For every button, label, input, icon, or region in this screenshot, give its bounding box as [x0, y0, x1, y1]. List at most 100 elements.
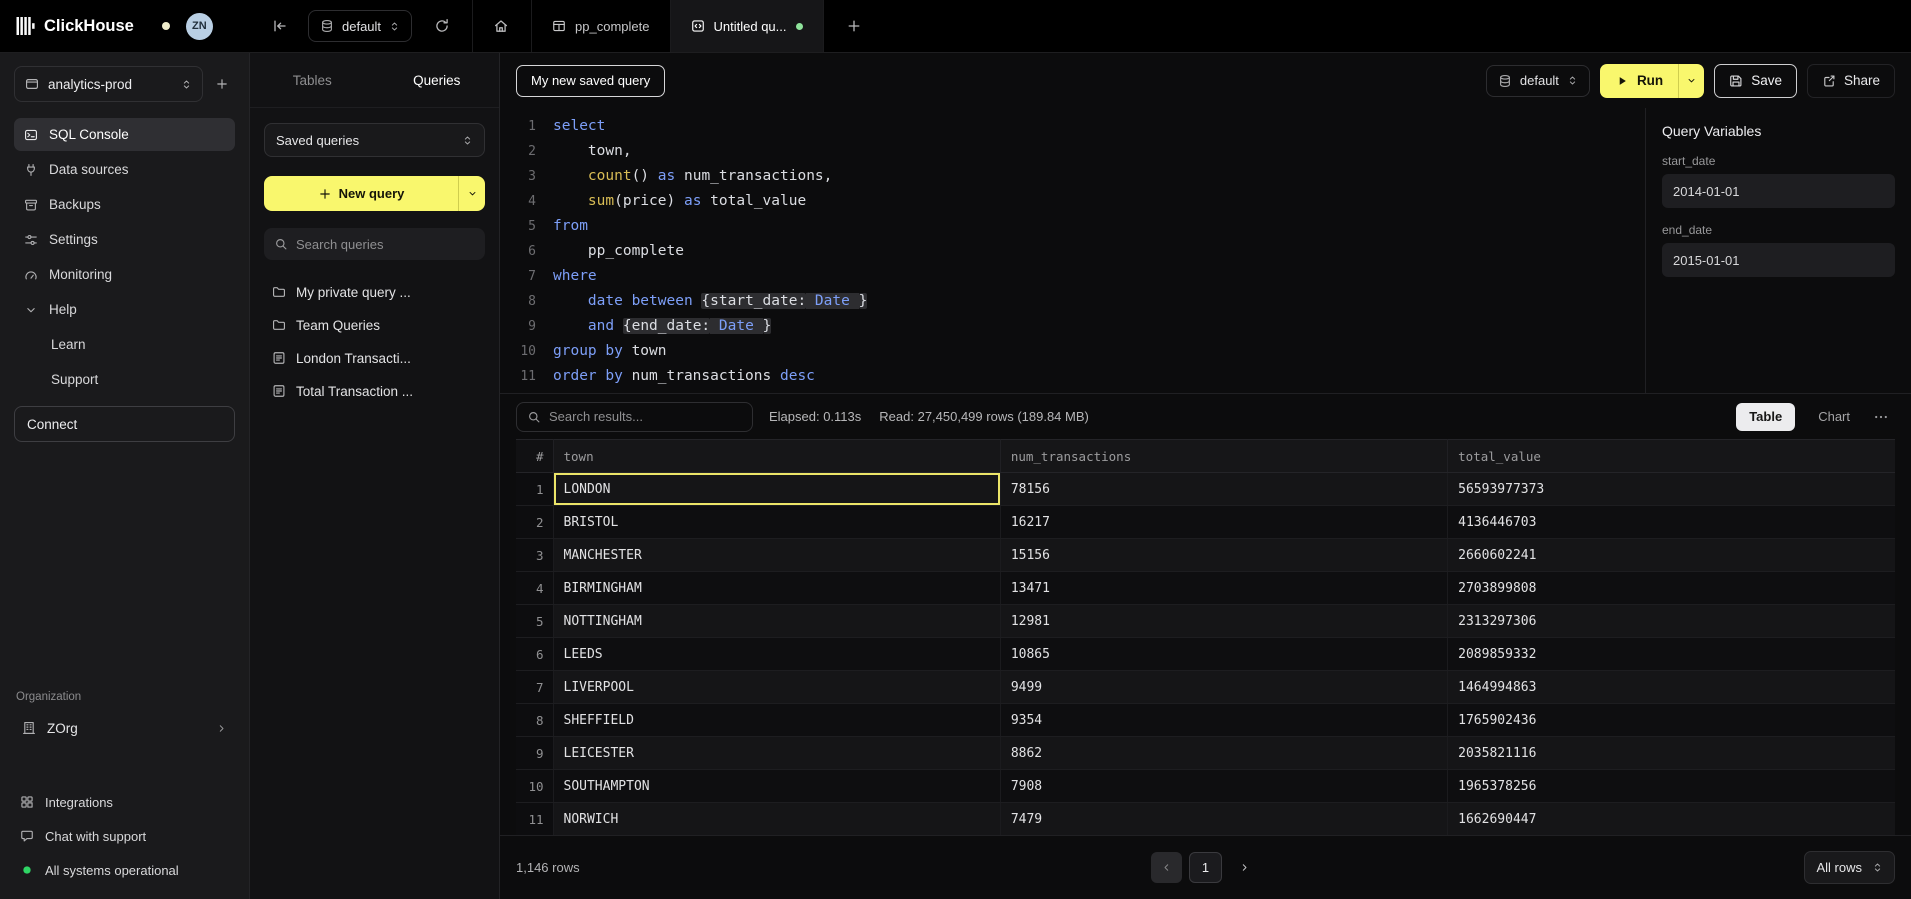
- new-query-button[interactable]: New query: [264, 176, 458, 211]
- cell-total_value[interactable]: 4136446703: [1448, 506, 1895, 539]
- view-tab-chart[interactable]: Chart: [1805, 403, 1863, 431]
- tab-untitled-query[interactable]: Untitled qu...: [670, 0, 824, 52]
- run-dropdown-button[interactable]: [1678, 64, 1704, 98]
- search-queries-input[interactable]: [296, 237, 475, 252]
- cell-total_value[interactable]: 2035821116: [1448, 737, 1895, 770]
- add-service-button[interactable]: [209, 69, 235, 99]
- cell-total_value[interactable]: 2660602241: [1448, 539, 1895, 572]
- connect-button[interactable]: Connect: [14, 406, 235, 442]
- refresh-icon[interactable]: [434, 18, 450, 34]
- home-icon[interactable]: [493, 18, 509, 34]
- cell-town[interactable]: NORWICH: [553, 803, 1000, 836]
- line-number: 9: [506, 314, 536, 339]
- prev-page-button[interactable]: [1151, 852, 1182, 883]
- tab-pp-complete[interactable]: pp_complete: [531, 0, 669, 52]
- row-number: 3: [516, 539, 553, 572]
- more-options-button[interactable]: [1873, 409, 1895, 425]
- page-size-select[interactable]: All rows: [1804, 851, 1895, 884]
- cell-town[interactable]: LEICESTER: [553, 737, 1000, 770]
- run-button[interactable]: Run: [1600, 64, 1678, 98]
- tab-queries[interactable]: Queries: [375, 53, 500, 107]
- sidebar-item-support[interactable]: Support: [14, 363, 235, 396]
- workspace-selector[interactable]: analytics-prod: [14, 66, 203, 102]
- cell-num_transactions[interactable]: 78156: [1000, 473, 1447, 506]
- sidebar-item-chat-with-support[interactable]: Chat with support: [14, 821, 235, 851]
- end-date-input[interactable]: [1662, 243, 1895, 277]
- cell-num_transactions[interactable]: 9354: [1000, 704, 1447, 737]
- search-queries-box: [264, 228, 485, 260]
- cell-total_value[interactable]: 2089859332: [1448, 638, 1895, 671]
- cell-total_value[interactable]: 2703899808: [1448, 572, 1895, 605]
- user-avatar[interactable]: ZN: [186, 13, 213, 40]
- sidebar-item-monitoring[interactable]: Monitoring: [14, 258, 235, 291]
- topbar-database-selector[interactable]: default: [308, 10, 412, 42]
- collapse-left-icon[interactable]: [272, 18, 288, 34]
- saved-query-item-my-private-query[interactable]: My private query ...: [264, 276, 485, 308]
- share-button[interactable]: Share: [1807, 64, 1895, 98]
- column-header-row-number[interactable]: #: [516, 440, 553, 473]
- cell-num_transactions[interactable]: 8862: [1000, 737, 1447, 770]
- sidebar-item-all-systems-operational[interactable]: All systems operational: [14, 855, 235, 885]
- sidebar-item-help[interactable]: Help: [14, 293, 235, 326]
- next-page-button[interactable]: [1229, 852, 1260, 883]
- tab-tables[interactable]: Tables: [250, 53, 375, 107]
- save-button[interactable]: Save: [1714, 64, 1797, 98]
- line-number: 5: [506, 214, 536, 239]
- sidebar-item-sql-console[interactable]: SQL Console: [14, 118, 235, 151]
- cell-town[interactable]: MANCHESTER: [553, 539, 1000, 572]
- cell-num_transactions[interactable]: 15156: [1000, 539, 1447, 572]
- column-header-town[interactable]: town: [553, 440, 1000, 473]
- save-label: Save: [1751, 73, 1782, 88]
- saved-query-label: Team Queries: [296, 318, 380, 333]
- start-date-input[interactable]: [1662, 174, 1895, 208]
- saved-query-item-team-queries[interactable]: Team Queries: [264, 309, 485, 341]
- saved-query-item-total-transaction[interactable]: Total Transaction ...: [264, 375, 485, 407]
- cell-num_transactions[interactable]: 13471: [1000, 572, 1447, 605]
- cell-town[interactable]: SOUTHAMPTON: [553, 770, 1000, 803]
- chat-icon: [20, 829, 34, 843]
- cell-town[interactable]: SHEFFIELD: [553, 704, 1000, 737]
- sql-editor[interactable]: 1select2 town,3 count() as num_transacti…: [500, 108, 1645, 393]
- editor-database-selector[interactable]: default: [1486, 65, 1590, 97]
- cell-town[interactable]: LEEDS: [553, 638, 1000, 671]
- code-line: 2 town,: [506, 139, 1645, 164]
- cell-total_value[interactable]: 1464994863: [1448, 671, 1895, 704]
- cell-town[interactable]: LIVERPOOL: [553, 671, 1000, 704]
- cell-num_transactions[interactable]: 12981: [1000, 605, 1447, 638]
- sidebar-item-settings[interactable]: Settings: [14, 223, 235, 256]
- cell-num_transactions[interactable]: 7908: [1000, 770, 1447, 803]
- current-page[interactable]: 1: [1189, 852, 1222, 883]
- new-query-dropdown-button[interactable]: [458, 176, 485, 211]
- column-header-num-transactions[interactable]: num_transactions: [1000, 440, 1447, 473]
- cell-total_value[interactable]: 1965378256: [1448, 770, 1895, 803]
- new-tab-button[interactable]: [846, 18, 862, 34]
- run-button-group: Run: [1600, 64, 1704, 98]
- search-results-input[interactable]: [549, 409, 742, 424]
- sidebar-item-backups[interactable]: Backups: [14, 188, 235, 221]
- chevrons-updown-icon: [181, 79, 192, 90]
- sidebar-item-integrations[interactable]: Integrations: [14, 787, 235, 817]
- saved-query-tab[interactable]: My new saved query: [516, 65, 665, 97]
- query-file-icon: [272, 351, 286, 365]
- cell-num_transactions[interactable]: 7479: [1000, 803, 1447, 836]
- cell-town[interactable]: NOTTINGHAM: [553, 605, 1000, 638]
- column-header-total-value[interactable]: total_value: [1448, 440, 1895, 473]
- organization-item[interactable]: ZOrg: [14, 711, 235, 745]
- saved-queries-select[interactable]: Saved queries: [264, 123, 485, 157]
- cell-num_transactions[interactable]: 10865: [1000, 638, 1447, 671]
- topbar-main: default pp_complete Untitled qu...: [250, 0, 1911, 52]
- cell-total_value[interactable]: 1765902436: [1448, 704, 1895, 737]
- cell-num_transactions[interactable]: 9499: [1000, 671, 1447, 704]
- chevrons-updown-icon: [1567, 75, 1578, 86]
- cell-num_transactions[interactable]: 16217: [1000, 506, 1447, 539]
- cell-town[interactable]: BRISTOL: [553, 506, 1000, 539]
- cell-total_value[interactable]: 1662690447: [1448, 803, 1895, 836]
- cell-town[interactable]: BIRMINGHAM: [553, 572, 1000, 605]
- sidebar-item-data-sources[interactable]: Data sources: [14, 153, 235, 186]
- cell-total_value[interactable]: 2313297306: [1448, 605, 1895, 638]
- cell-total_value[interactable]: 56593977373: [1448, 473, 1895, 506]
- cell-town[interactable]: LONDON: [553, 473, 1000, 506]
- saved-query-item-london-transacti[interactable]: London Transacti...: [264, 342, 485, 374]
- view-tab-table[interactable]: Table: [1736, 403, 1795, 431]
- sidebar-item-learn[interactable]: Learn: [14, 328, 235, 361]
